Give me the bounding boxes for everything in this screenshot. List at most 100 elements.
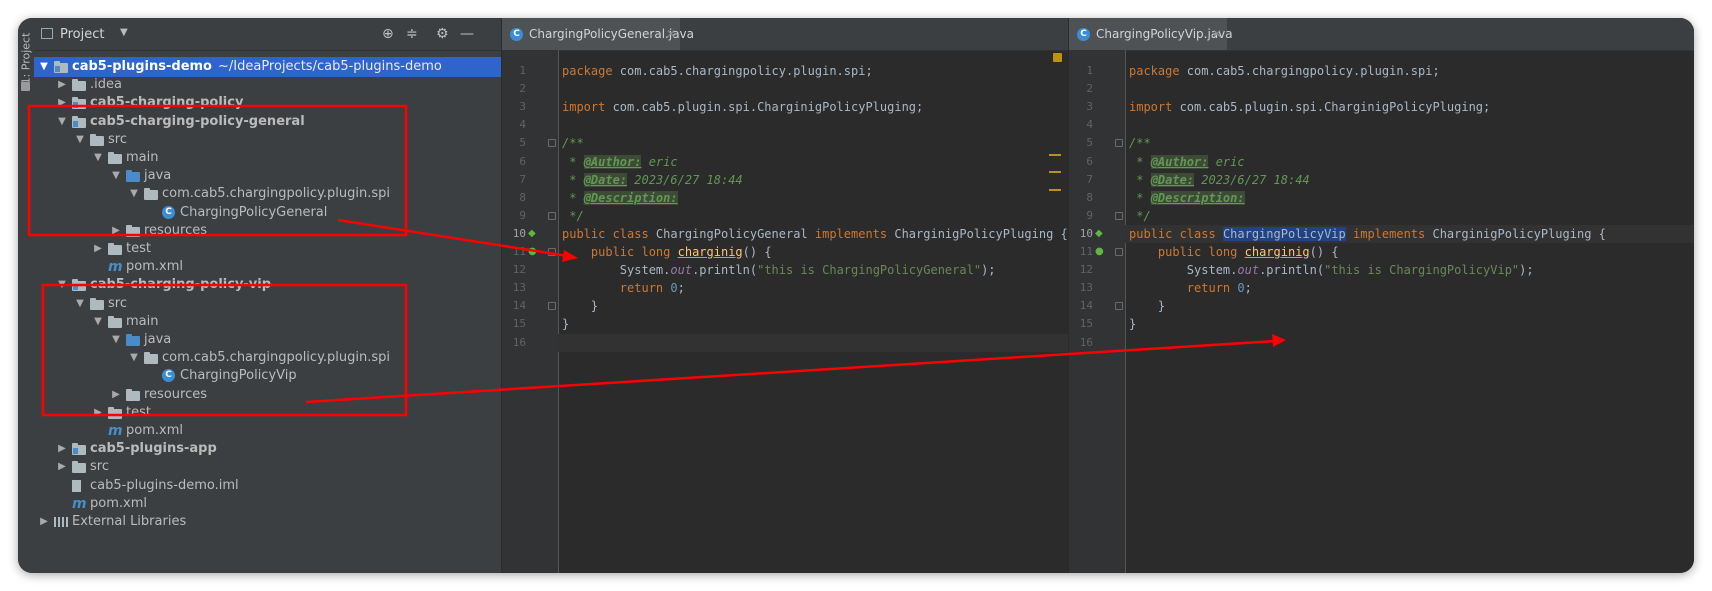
chevron-down-icon[interactable]: ▼ xyxy=(92,312,104,332)
tab-charging-policy-general[interactable]: C ChargingPolicyGeneral.java ✕ xyxy=(502,18,694,50)
tree-node-label: pom.xml xyxy=(126,259,183,275)
close-icon[interactable]: ✕ xyxy=(1212,18,1222,50)
chevron-down-icon[interactable]: ▼ xyxy=(56,112,68,132)
tree-node-class[interactable]: C ChargingPolicyVip xyxy=(34,366,501,386)
implemented-interface-icon[interactable]: ◆ xyxy=(1095,228,1105,239)
tree-node-folder[interactable]: ▼ main xyxy=(34,148,501,168)
project-panel-title[interactable]: Project xyxy=(60,27,104,42)
code-line: System.out.println("this is ChargingPoli… xyxy=(558,261,1068,279)
chevron-down-icon[interactable]: ▼ xyxy=(110,166,122,186)
code-area[interactable]: package com.cab5.chargingpolicy.plugin.s… xyxy=(1125,50,1694,573)
fold-marker-icon[interactable] xyxy=(548,302,556,311)
chevron-down-icon[interactable]: ▼ xyxy=(128,184,140,204)
warning-stripe[interactable] xyxy=(1049,171,1061,173)
tree-node-pom[interactable]: m pom.xml xyxy=(34,421,501,441)
code-token: ChargingPolicyVip xyxy=(1222,226,1346,241)
tree-node-pom[interactable]: m pom.xml xyxy=(34,257,501,277)
code-token: out xyxy=(670,263,693,278)
chevron-down-icon[interactable]: ▼ xyxy=(120,27,128,38)
implemented-interface-icon[interactable]: ◆ xyxy=(528,228,538,239)
code-token: @Author: xyxy=(583,154,642,169)
chevron-down-icon[interactable]: ▼ xyxy=(38,57,50,77)
tree-node-source-root[interactable]: ▼ java xyxy=(34,166,501,186)
chevron-down-icon[interactable]: ▼ xyxy=(92,148,104,168)
tree-node-folder[interactable]: ▶ test xyxy=(34,239,501,259)
project-tool-button[interactable]: 1: Project xyxy=(19,33,32,85)
chevron-right-icon[interactable]: ▶ xyxy=(56,439,68,459)
tree-node-resources[interactable]: ▶ resources xyxy=(34,385,501,405)
tree-node-idea[interactable]: ▶ .idea xyxy=(34,75,501,95)
code-line: public class ChargingPolicyVip implement… xyxy=(1125,224,1694,243)
code-area[interactable]: package com.cab5.chargingpolicy.plugin.s… xyxy=(558,50,1068,573)
implements-method-icon[interactable]: ● xyxy=(1095,247,1105,257)
chevron-right-icon[interactable]: ▶ xyxy=(92,403,104,423)
code-token: } xyxy=(562,299,599,314)
chevron-down-icon[interactable]: ▼ xyxy=(110,330,122,350)
tree-node-external-libraries[interactable]: ▶ External Libraries xyxy=(34,512,501,532)
tree-node-pom[interactable]: m pom.xml xyxy=(34,494,501,514)
tree-node-module[interactable]: ▼ cab5-charging-policy-vip xyxy=(34,275,501,295)
code-token: * xyxy=(1129,190,1151,205)
code-token: @Date: xyxy=(1150,172,1195,187)
warning-marker-icon[interactable] xyxy=(1053,53,1062,62)
tree-node-package[interactable]: ▼ com.cab5.chargingpolicy.plugin.spi xyxy=(34,348,501,368)
fold-marker-icon[interactable] xyxy=(1115,139,1123,148)
line-number: 13 xyxy=(512,281,526,295)
tree-node-folder[interactable]: ▼ main xyxy=(34,312,501,332)
hide-panel-icon[interactable]: — xyxy=(460,26,474,42)
close-icon[interactable]: ✕ xyxy=(666,18,676,50)
fold-marker-icon[interactable] xyxy=(548,211,556,220)
chevron-right-icon[interactable]: ▶ xyxy=(92,239,104,259)
project-strip-icon xyxy=(21,82,30,91)
fold-marker-icon[interactable] xyxy=(548,139,556,148)
code-token: "this is ChargingPolicyGeneral" xyxy=(757,263,982,278)
chevron-down-icon[interactable]: ▼ xyxy=(74,130,86,150)
chevron-down-icon[interactable]: ▼ xyxy=(56,275,68,295)
fold-marker-icon[interactable] xyxy=(1115,211,1123,220)
code-token: ; xyxy=(1244,281,1252,296)
code-token: implements xyxy=(1353,226,1426,241)
tree-node-package[interactable]: ▼ com.cab5.chargingpolicy.plugin.spi xyxy=(34,184,501,204)
locate-icon[interactable]: ⊕ xyxy=(382,26,394,42)
code-line: } xyxy=(558,297,1068,315)
code-line: */ xyxy=(1125,207,1694,225)
implements-method-icon[interactable]: ● xyxy=(528,247,538,257)
warning-stripe[interactable] xyxy=(1049,154,1061,156)
fold-marker-icon[interactable] xyxy=(1115,248,1123,256)
tree-node-label: com.cab5.chargingpolicy.plugin.spi xyxy=(162,186,391,202)
collapse-all-icon[interactable]: ≑ xyxy=(406,26,418,42)
tree-node-folder[interactable]: ▼ src xyxy=(34,294,501,314)
tree-node-folder[interactable]: ▼ src xyxy=(34,130,501,150)
tree-node-module[interactable]: ▶ cab5-charging-policy xyxy=(34,93,501,113)
code-token: com.cab5.chargingpolicy.plugin.spi; xyxy=(612,64,873,78)
chevron-down-icon[interactable]: ▼ xyxy=(128,348,140,368)
code-token: .println( xyxy=(1259,263,1325,278)
chevron-right-icon[interactable]: ▶ xyxy=(56,75,68,95)
tree-node-folder[interactable]: ▶ src xyxy=(34,457,501,477)
chevron-down-icon[interactable]: ▼ xyxy=(74,294,86,314)
gear-icon[interactable]: ⚙ xyxy=(436,26,449,42)
code-line: } xyxy=(1125,315,1694,333)
warning-stripe[interactable] xyxy=(1049,189,1061,191)
chevron-right-icon[interactable]: ▶ xyxy=(110,221,122,241)
chevron-right-icon[interactable]: ▶ xyxy=(38,512,50,532)
code-line: package com.cab5.chargingpolicy.plugin.s… xyxy=(1125,62,1694,80)
java-class-icon: C xyxy=(162,205,175,219)
code-line: public long charginig() { xyxy=(558,243,1068,261)
tree-node-class[interactable]: C ChargingPolicyGeneral xyxy=(34,203,501,223)
folder-icon xyxy=(54,61,68,73)
editor-tab-bar: C ChargingPolicyGeneral.java ✕ xyxy=(502,18,1068,51)
tree-node-iml[interactable]: cab5-plugins-demo.iml xyxy=(34,476,501,496)
tree-node-resources[interactable]: ▶ resources xyxy=(34,221,501,241)
chevron-right-icon[interactable]: ▶ xyxy=(56,457,68,477)
chevron-right-icon[interactable]: ▶ xyxy=(110,385,122,405)
fold-marker-icon[interactable] xyxy=(1115,302,1123,311)
tree-node-module[interactable]: ▶ cab5-plugins-app xyxy=(34,439,501,459)
fold-marker-icon[interactable] xyxy=(548,248,556,256)
chevron-right-icon[interactable]: ▶ xyxy=(56,93,68,113)
tree-node-source-root[interactable]: ▼ java xyxy=(34,330,501,350)
tree-node-folder[interactable]: ▶ test xyxy=(34,403,501,423)
tree-node-project-root[interactable]: ▼ cab5-plugins-demo ~/IdeaProjects/cab5-pl… xyxy=(34,57,501,77)
tab-charging-policy-vip[interactable]: C ChargingPolicyVip.java ✕ xyxy=(1069,18,1233,50)
tree-node-module[interactable]: ▼ cab5-charging-policy-general xyxy=(34,112,501,132)
